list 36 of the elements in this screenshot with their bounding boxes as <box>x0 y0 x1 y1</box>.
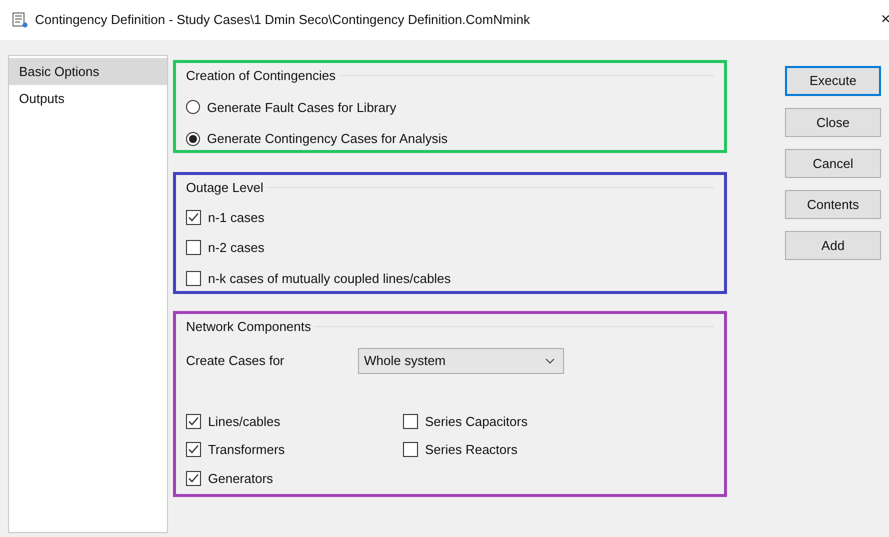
checkbox-label: Series Capacitors <box>425 412 528 431</box>
group-title: Creation of Contingencies <box>186 67 336 85</box>
dropdown[interactable]: Whole system <box>358 348 564 374</box>
radio-button[interactable] <box>186 100 200 114</box>
checkbox-label: n-k cases of mutually coupled lines/cables <box>208 270 451 288</box>
checkbox[interactable] <box>186 210 201 225</box>
group-title: Network Components <box>186 318 311 336</box>
group-title: Outage Level <box>186 179 264 197</box>
checkbox[interactable] <box>186 414 201 429</box>
radio-button[interactable] <box>186 132 200 146</box>
window-title: Contingency Definition - Study Cases\1 Dmin Seco\Contingency Definition.ComNmink <box>35 11 530 30</box>
checkbox[interactable] <box>186 270 201 286</box>
checkbox[interactable] <box>403 414 418 429</box>
checkbox[interactable] <box>186 470 201 486</box>
dialog-button[interactable]: Execute <box>785 66 881 96</box>
dialog-button[interactable]: Close <box>785 108 881 137</box>
checkbox-label: n-1 cases <box>208 208 264 226</box>
dropdown-label: Create Cases for <box>186 352 286 370</box>
radio-label: Generate Fault Cases for Library <box>207 98 396 117</box>
checkbox-label: n-2 cases <box>208 239 264 257</box>
checkbox-label: Generators <box>208 470 274 488</box>
checkbox-label: Lines/cables <box>208 412 280 430</box>
document-icon <box>12 12 28 28</box>
close-button[interactable]: × <box>881 12 889 28</box>
dialog-button[interactable]: Contents <box>785 190 881 219</box>
checkbox[interactable] <box>186 442 201 458</box>
checkbox-label: Series Reactors <box>425 441 518 459</box>
chevron-down-icon <box>545 358 555 364</box>
checkbox[interactable] <box>403 442 418 458</box>
sidebar-item[interactable]: Outputs <box>9 85 167 112</box>
dialog-button[interactable]: Add <box>785 231 881 260</box>
radio-label: Generate Contingency Cases for Analysis <box>207 130 448 148</box>
sidebar-item[interactable]: Basic Options <box>9 58 167 85</box>
checkbox-label: Transformers <box>208 441 285 459</box>
dialog-button[interactable]: Cancel <box>785 149 881 178</box>
checkbox[interactable] <box>186 240 201 256</box>
